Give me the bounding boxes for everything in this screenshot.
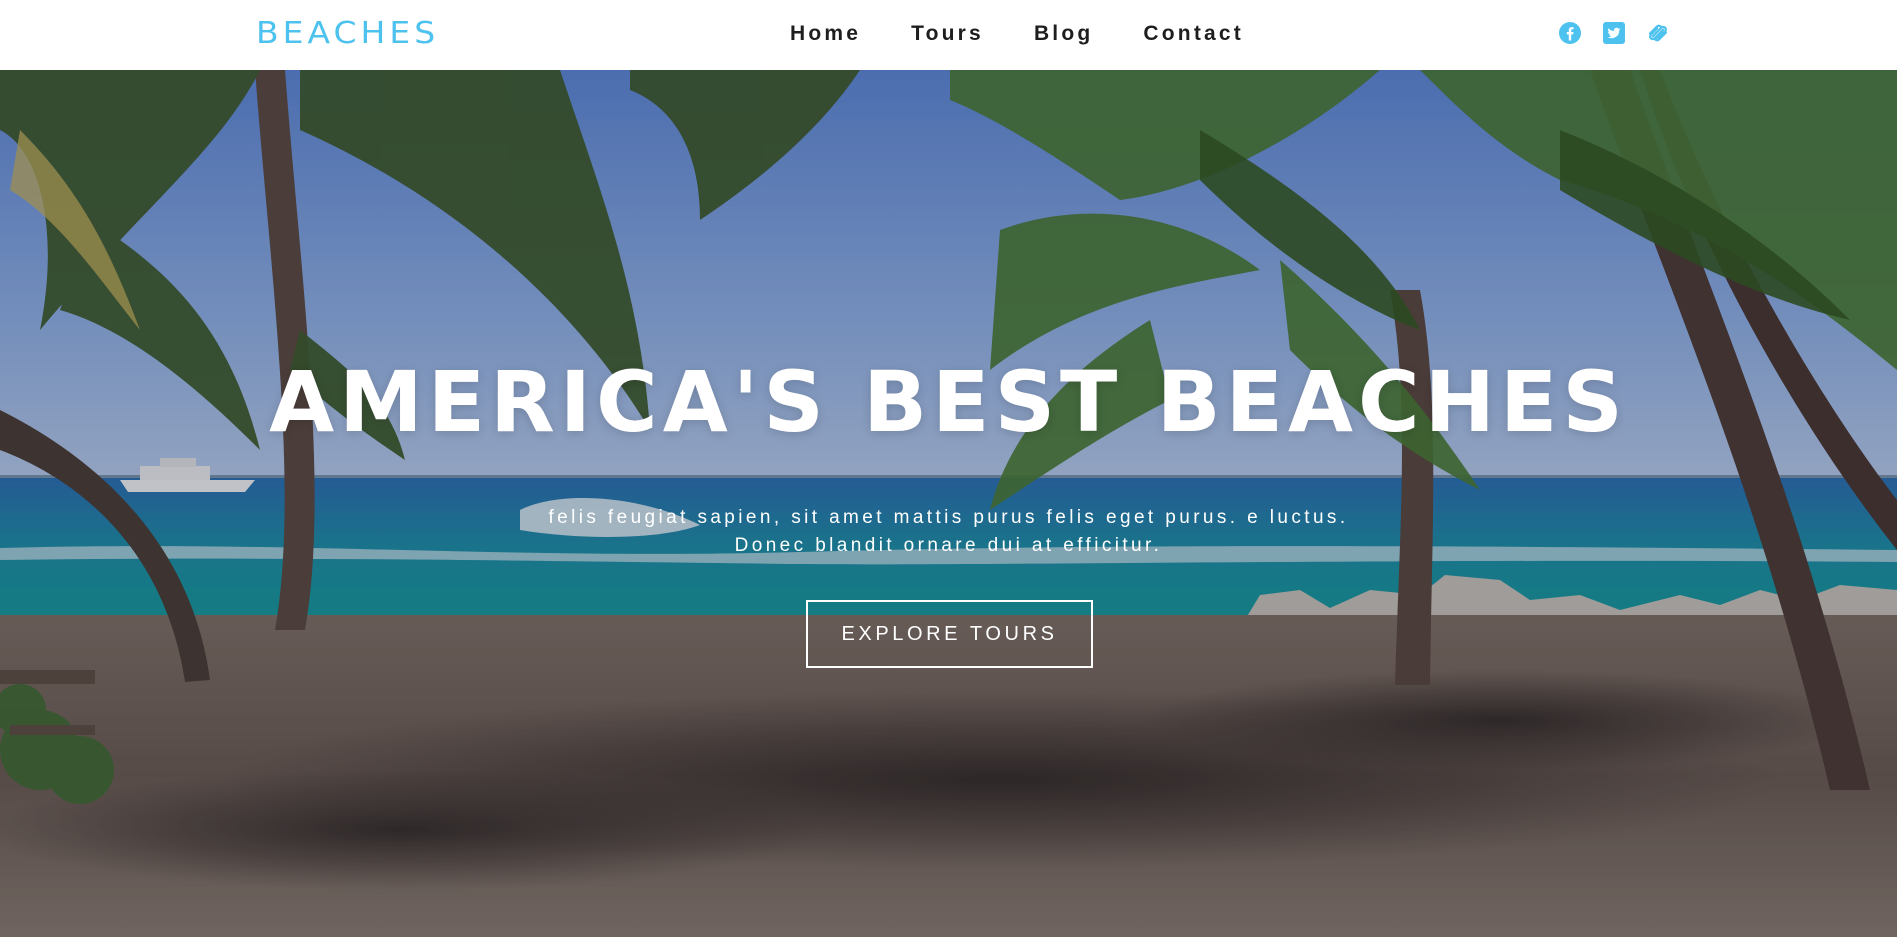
facebook-icon[interactable] bbox=[1558, 21, 1582, 45]
hero-subtitle: felis feugiat sapien, sit amet mattis pu… bbox=[0, 504, 1897, 560]
hero-section: AMERICA'S BEST BEACHES felis feugiat sap… bbox=[0, 70, 1897, 937]
hero-subtitle-line-1: felis feugiat sapien, sit amet mattis pu… bbox=[548, 507, 1349, 528]
twitter-icon[interactable] bbox=[1602, 21, 1626, 45]
nav-link-tours[interactable]: Tours bbox=[911, 18, 984, 50]
squarespace-icon[interactable] bbox=[1646, 21, 1670, 45]
site-logo[interactable]: BEACHES bbox=[256, 15, 439, 52]
site-header: BEACHES Home Tours Blog Contact bbox=[0, 0, 1897, 70]
hero-title: AMERICA'S BEST BEACHES bbox=[269, 353, 1628, 451]
nav-link-home[interactable]: Home bbox=[790, 18, 861, 50]
hero-subtitle-line-2: Donec blandit ornare dui at efficitur. bbox=[734, 535, 1163, 556]
nav-link-blog[interactable]: Blog bbox=[1034, 18, 1093, 50]
explore-tours-button[interactable]: EXPLORE TOURS bbox=[806, 600, 1093, 668]
main-nav: Home Tours Blog Contact bbox=[790, 18, 1294, 50]
nav-link-contact[interactable]: Contact bbox=[1143, 18, 1244, 50]
social-links bbox=[1558, 21, 1670, 45]
